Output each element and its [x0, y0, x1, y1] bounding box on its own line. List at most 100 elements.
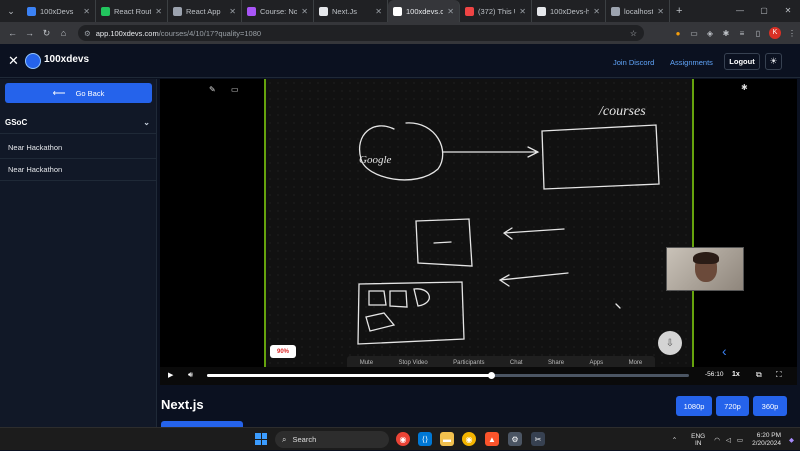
taskbar-clock[interactable]: 6:20 PM 2/20/2024: [752, 432, 781, 448]
tab-label: 100xDevs: [40, 6, 74, 16]
brand-name[interactable]: 100xdevs: [44, 54, 89, 65]
course-sidebar: ⟵ Go Back GSoC ⌄ Near Hackathon Near Hac…: [0, 79, 157, 427]
back-arrow-icon[interactable]: ←: [4, 28, 21, 38]
progress-handle[interactable]: [488, 372, 496, 379]
site-info-icon[interactable]: ⚙: [84, 29, 91, 38]
chrome-profile-icon[interactable]: ◉: [462, 432, 476, 446]
tab-close-icon[interactable]: ✕: [657, 7, 664, 16]
browser-tab[interactable]: 100xdevs.co✕: [388, 0, 460, 22]
profile-avatar[interactable]: K: [769, 27, 781, 39]
progress-bar[interactable]: [207, 372, 689, 379]
windows-start-icon[interactable]: [255, 433, 267, 445]
meeting-control-item[interactable]: More: [629, 360, 643, 366]
settings-gear-icon[interactable]: ✱: [741, 83, 748, 92]
snipping-tool-icon[interactable]: ✂: [531, 432, 545, 446]
browser-tab[interactable]: 100xDevs-hi ✕: [532, 0, 606, 22]
tab-search-icon[interactable]: ⌄: [0, 0, 22, 22]
sidebar-item-near-hackathon[interactable]: Near Hackathon: [0, 137, 157, 159]
video-player[interactable]: ✎ ▭ ✱ Google /courses 90% ⇩ ‹ Mute Stop …: [160, 79, 797, 385]
tab-label: 100xDevs-hi: [550, 6, 590, 16]
bookmark-star-icon[interactable]: ☆: [630, 29, 637, 38]
maximize-icon[interactable]: ▢: [752, 0, 776, 22]
speaker-icon[interactable]: ◁: [726, 436, 731, 444]
playback-speed-button[interactable]: 1x: [732, 371, 740, 378]
meeting-control-item[interactable]: Mute: [360, 360, 373, 366]
meeting-control-item[interactable]: Stop Video: [398, 360, 427, 366]
browser-tab[interactable]: React App ✕: [168, 0, 242, 22]
quality-360p-button[interactable]: 360p: [753, 396, 787, 416]
tab-favicon: [173, 6, 182, 16]
tab-label: 100xdevs.co: [406, 6, 444, 16]
browser-tab[interactable]: (372) This U ✕: [460, 0, 532, 22]
minimize-icon[interactable]: —: [728, 0, 752, 22]
picture-in-picture-icon[interactable]: ⧉: [756, 370, 762, 380]
play-icon[interactable]: ▶: [168, 371, 173, 379]
courses-label: /courses: [598, 104, 646, 119]
copilot-icon[interactable]: ◆: [789, 436, 794, 444]
tab-favicon: [611, 6, 620, 16]
settings-gear-taskbar-icon[interactable]: ⚙: [508, 432, 522, 446]
tab-close-icon[interactable]: ✕: [375, 7, 382, 16]
quality-1080p-button[interactable]: 1080p: [676, 396, 712, 416]
browser-tab[interactable]: localhost ✕: [606, 0, 670, 22]
meeting-control-item[interactable]: Apps: [589, 360, 603, 366]
language-indicator[interactable]: ENG IN: [691, 433, 705, 447]
color-picker-extension-icon[interactable]: ●: [670, 29, 686, 38]
browser-tab[interactable]: React Routin ✕: [96, 0, 168, 22]
address-bar[interactable]: ⚙ app.100xdevs.com/courses/4/10/17?quali…: [78, 25, 644, 41]
meeting-control-item[interactable]: Chat: [510, 360, 523, 366]
file-explorer-icon[interactable]: ▬: [440, 432, 454, 446]
browser-tab[interactable]: Course: Node✕: [242, 0, 314, 22]
volume-icon[interactable]: 🔊︎: [188, 370, 193, 380]
close-window-icon[interactable]: ✕: [776, 0, 800, 22]
side-panel-icon[interactable]: ▯: [750, 29, 766, 38]
clock-date: 2/20/2024: [752, 439, 781, 447]
puzzle-extensions-icon[interactable]: ✱: [718, 29, 734, 38]
chrome-menu-icon[interactable]: ⋮: [784, 29, 800, 38]
battery-icon[interactable]: ▭: [737, 436, 743, 444]
pen-icon[interactable]: ✎: [209, 85, 216, 94]
extension-icon-2[interactable]: ◈: [702, 29, 718, 38]
presenter-webcam: [666, 247, 744, 291]
tab-close-icon[interactable]: ✕: [519, 7, 526, 16]
home-icon[interactable]: ⌂: [55, 28, 72, 38]
new-tab-button[interactable]: +: [670, 5, 688, 17]
go-back-button[interactable]: ⟵ Go Back: [5, 83, 152, 103]
brave-icon[interactable]: ▲: [485, 432, 499, 446]
assignments-link[interactable]: Assignments: [670, 58, 713, 67]
tab-label: React Routin: [114, 6, 151, 16]
scroll-indicator-icon[interactable]: ⇩: [658, 331, 682, 355]
media-controls-icon[interactable]: ≡: [734, 29, 750, 38]
tab-close-icon[interactable]: ✕: [83, 7, 90, 16]
sidebar-section-gsoc[interactable]: GSoC ⌄: [0, 112, 157, 134]
screen-icon[interactable]: ▭: [231, 85, 239, 94]
brand-logo[interactable]: [25, 53, 41, 69]
logout-button[interactable]: Logout: [724, 53, 760, 70]
tab-close-icon[interactable]: ✕: [593, 7, 600, 16]
chevron-up-icon[interactable]: ⌃: [672, 436, 677, 444]
progress-fill: [207, 374, 492, 377]
forward-arrow-icon[interactable]: →: [21, 28, 38, 38]
chevron-left-icon[interactable]: ‹: [722, 343, 727, 359]
wifi-icon[interactable]: ◠: [714, 436, 720, 444]
taskbar-search[interactable]: ⌕ Search: [275, 431, 389, 448]
meeting-control-item[interactable]: Share: [548, 360, 564, 366]
meeting-control-item[interactable]: Participants: [453, 360, 484, 366]
tab-close-icon[interactable]: ✕: [229, 7, 236, 16]
chrome-taskbar-icon[interactable]: ◉: [396, 432, 410, 446]
close-icon[interactable]: ✕: [8, 53, 19, 69]
sidebar-item-near-hackathon-2[interactable]: Near Hackathon: [0, 159, 157, 181]
extension-icon[interactable]: ▭: [686, 29, 702, 38]
quality-720p-button[interactable]: 720p: [716, 396, 749, 416]
fullscreen-icon[interactable]: ⛶: [776, 370, 782, 380]
join-discord-link[interactable]: Join Discord: [613, 58, 654, 67]
reload-icon[interactable]: ↻: [38, 28, 55, 39]
extensions-area: ● ▭ ◈ ✱ ≡ ▯ K ⋮: [670, 22, 800, 44]
browser-tab[interactable]: 100xDevs ✕: [22, 0, 96, 22]
vscode-taskbar-icon[interactable]: ⟨⟩: [418, 432, 432, 446]
tab-close-icon[interactable]: ✕: [301, 7, 308, 16]
tab-close-icon[interactable]: ✕: [447, 7, 454, 16]
browser-tab[interactable]: Next.Js ✕: [314, 0, 388, 22]
tab-close-icon[interactable]: ✕: [155, 7, 162, 16]
theme-toggle-sun-icon[interactable]: ☀: [765, 53, 782, 70]
